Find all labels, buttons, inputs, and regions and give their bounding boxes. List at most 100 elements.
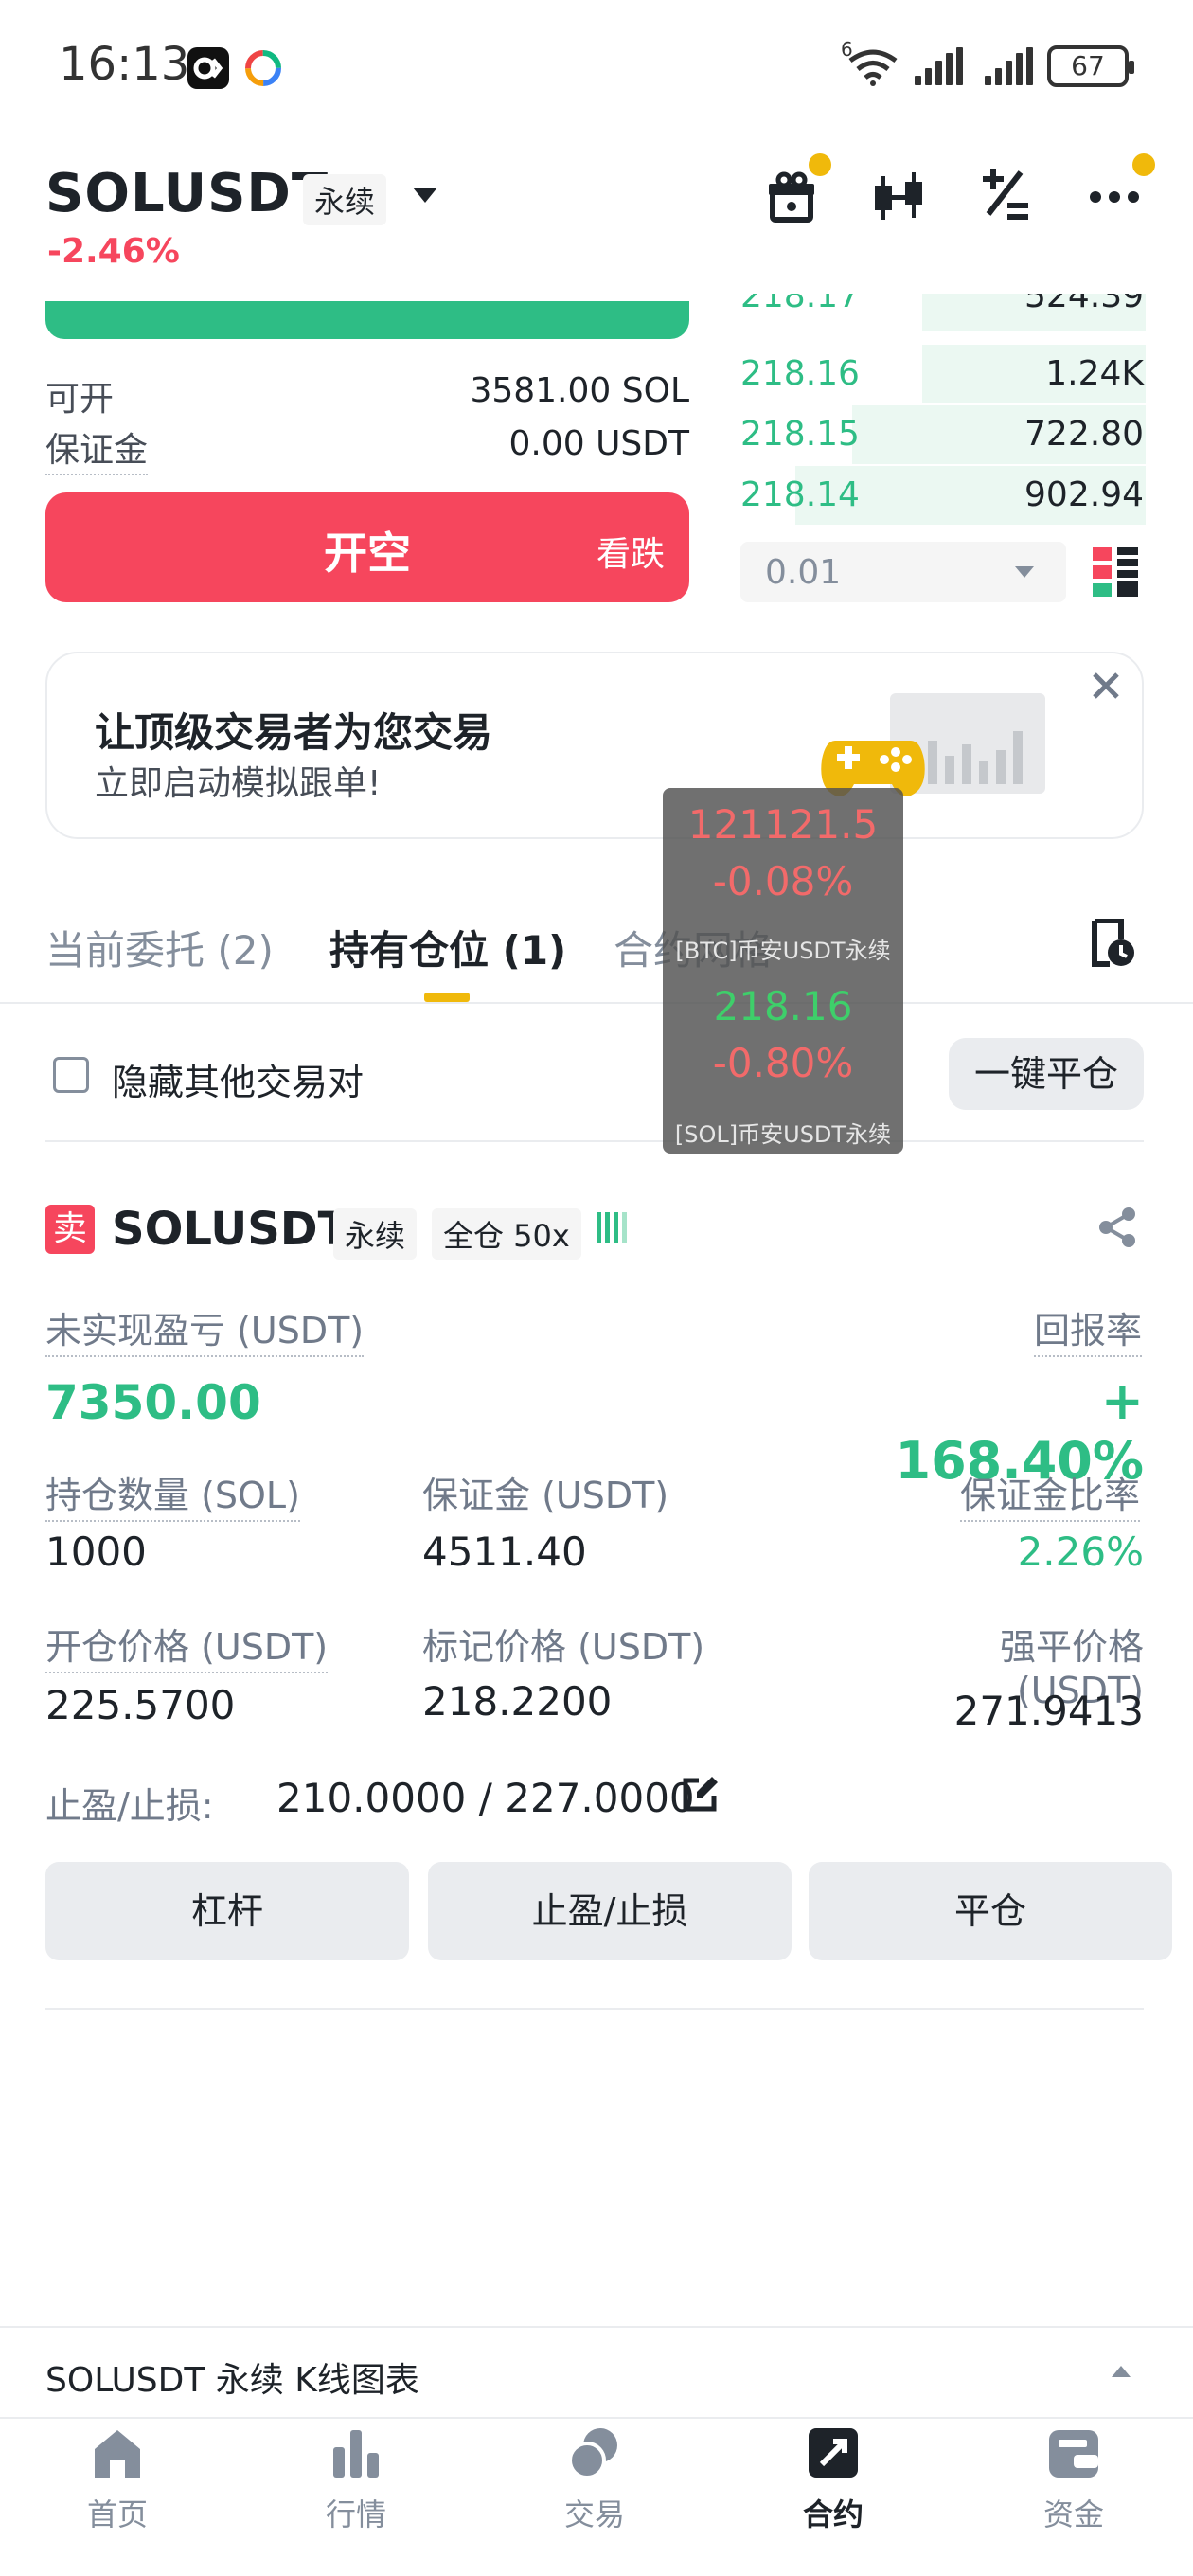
- battery-icon: 67: [1047, 45, 1134, 87]
- order-book-row[interactable]: 218.15 722.80: [739, 405, 1146, 464]
- tab-positions[interactable]: 持有仓位 (1): [329, 919, 566, 976]
- promo-subtitle: 立即启动模拟跟单!: [95, 764, 382, 803]
- more-badge-dot: [1132, 153, 1155, 176]
- battery-level: 67: [1071, 50, 1105, 81]
- size-value: 1000: [45, 1529, 147, 1575]
- card-divider: [45, 2008, 1144, 2010]
- liq-price-value: 271.9413: [953, 1688, 1144, 1734]
- pair-title[interactable]: SOLUSDT: [45, 163, 329, 224]
- tab-active-indicator: [424, 993, 470, 1002]
- unrealized-pnl-value: 7350.00: [45, 1375, 261, 1430]
- hide-others-label[interactable]: 隐藏其他交易对: [112, 1053, 364, 1105]
- gift-badge-dot: [809, 153, 831, 176]
- tpsl-button[interactable]: 止盈/止损: [428, 1862, 792, 1960]
- sell-badge: 卖: [45, 1205, 95, 1254]
- promo-banner[interactable]: 让顶级交易者为您交易 立即启动模拟跟单!: [45, 652, 1144, 839]
- chevron-up-icon[interactable]: [1110, 2364, 1132, 2383]
- promo-title: 让顶级交易者为您交易: [95, 709, 493, 756]
- margin-value: 0.00 USDT: [508, 424, 689, 463]
- depth-step-value: 0.01: [765, 553, 842, 592]
- order-book-row[interactable]: 218.16 1.24K: [739, 345, 1146, 403]
- order-book-price: 218.16: [740, 354, 860, 393]
- btc-price: 121121.5: [687, 801, 879, 848]
- btc-change: -0.08%: [712, 858, 854, 904]
- available-label: 可开: [45, 380, 115, 419]
- order-book-qty: 1.24K: [1045, 354, 1144, 393]
- order-book-qty: 722.80: [1024, 415, 1144, 454]
- sol-label: [SOL]币安USDT永续: [674, 1121, 892, 1148]
- more-icon[interactable]: [1089, 189, 1140, 203]
- wifi-icon: 6: [841, 38, 899, 87]
- markets-icon: [328, 2424, 384, 2481]
- position-margin-value: 4511.40: [422, 1529, 587, 1575]
- colorful-app-icon: [242, 47, 284, 89]
- mark-price-label: 标记价格 (USDT): [422, 1626, 705, 1668]
- close-position-button[interactable]: 平仓: [809, 1862, 1172, 1960]
- depth-step-select[interactable]: 0.01: [740, 542, 1066, 602]
- open-short-label: 开空: [324, 528, 411, 579]
- close-icon[interactable]: [1089, 669, 1123, 703]
- nav-label: 行情: [325, 2496, 386, 2532]
- order-history-icon[interactable]: [1089, 918, 1136, 968]
- margin-label[interactable]: 保证金: [45, 422, 149, 475]
- calculator-icon[interactable]: [979, 167, 1032, 224]
- nav-futures[interactable]: 合约: [739, 2424, 928, 2534]
- edit-icon[interactable]: [682, 1775, 720, 1813]
- filter-divider: [45, 1140, 1144, 1142]
- candlestick-icon[interactable]: [869, 169, 928, 225]
- sol-price: 218.16: [713, 983, 853, 1029]
- position-contract-tag: 永续: [333, 1208, 418, 1260]
- entry-price-label[interactable]: 开仓价格 (USDT): [45, 1618, 329, 1673]
- mark-price-value: 218.2200: [422, 1678, 613, 1725]
- tpsl-value: 210.0000 / 227.0000: [276, 1775, 695, 1821]
- hide-others-checkbox[interactable]: [53, 1057, 89, 1093]
- tpsl-label: 止盈/止损:: [45, 1785, 214, 1827]
- btc-label: [BTC]币安USDT永续: [675, 938, 891, 964]
- pair-change: -2.46%: [47, 232, 180, 271]
- margin-ratio-label[interactable]: 保证金比率: [960, 1466, 1141, 1522]
- roe-label[interactable]: 回报率: [1034, 1301, 1143, 1357]
- order-book-price: 218.14: [740, 475, 860, 514]
- entry-price-value: 225.5700: [45, 1682, 236, 1728]
- app-notification-icon: [187, 47, 229, 89]
- wallet-icon: [1045, 2424, 1102, 2481]
- nav-label: 交易: [563, 2496, 625, 2532]
- book-layout-icon[interactable]: [1093, 547, 1138, 597]
- pair-dropdown-icon[interactable]: [411, 186, 439, 210]
- tabs-divider: [0, 1002, 1193, 1004]
- signal-icon-2: [985, 47, 1033, 85]
- margin-mode-tag[interactable]: 全仓 50x: [432, 1208, 581, 1260]
- leverage-button[interactable]: 杠杆: [45, 1862, 409, 1960]
- margin-ratio-value: 2.26%: [1017, 1529, 1144, 1575]
- open-short-button[interactable]: 开空 看跌: [45, 492, 689, 602]
- contract-tag: 永续: [303, 174, 387, 225]
- trade-icon: [566, 2424, 623, 2481]
- gift-icon[interactable]: [763, 169, 820, 225]
- position-symbol[interactable]: SOLUSDT: [112, 1203, 348, 1256]
- unrealized-pnl-label[interactable]: 未实现盈亏 (USDT): [45, 1301, 365, 1357]
- order-book-qty: 902.94: [1024, 475, 1144, 514]
- nav-wallet[interactable]: 资金: [979, 2424, 1168, 2534]
- signal-icon-1: [915, 47, 963, 85]
- status-time: 16:13: [59, 38, 190, 91]
- open-short-sublabel: 看跌: [596, 535, 665, 574]
- floating-ticker-overlay[interactable]: 121121.5 -0.08% [BTC]币安USDT永续 218.16 -0.…: [663, 788, 903, 1154]
- order-book-qty: 524.39: [1024, 294, 1144, 315]
- position-margin-label: 保证金 (USDT): [422, 1475, 669, 1516]
- tab-open-orders[interactable]: 当前委托 (2): [45, 919, 274, 976]
- nav-markets[interactable]: 行情: [261, 2424, 451, 2534]
- close-all-button[interactable]: 一键平仓: [949, 1038, 1144, 1110]
- order-book-row[interactable]: 218.14 902.94: [739, 466, 1146, 525]
- nav-label: 资金: [1042, 2496, 1104, 2532]
- share-icon[interactable]: [1098, 1207, 1138, 1248]
- nav-trade[interactable]: 交易: [500, 2424, 689, 2534]
- order-book-row[interactable]: 218.17 524.39: [739, 294, 1146, 331]
- nav-home[interactable]: 首页: [23, 2424, 212, 2534]
- futures-icon: [805, 2424, 862, 2481]
- sol-change: -0.80%: [712, 1040, 854, 1086]
- order-book-price: 218.15: [740, 415, 860, 454]
- order-book-price: 218.17: [740, 294, 860, 315]
- nav-label: 合约: [802, 2496, 864, 2532]
- size-label[interactable]: 持仓数量 (SOL): [45, 1466, 300, 1522]
- risk-level-icon: [595, 1210, 629, 1244]
